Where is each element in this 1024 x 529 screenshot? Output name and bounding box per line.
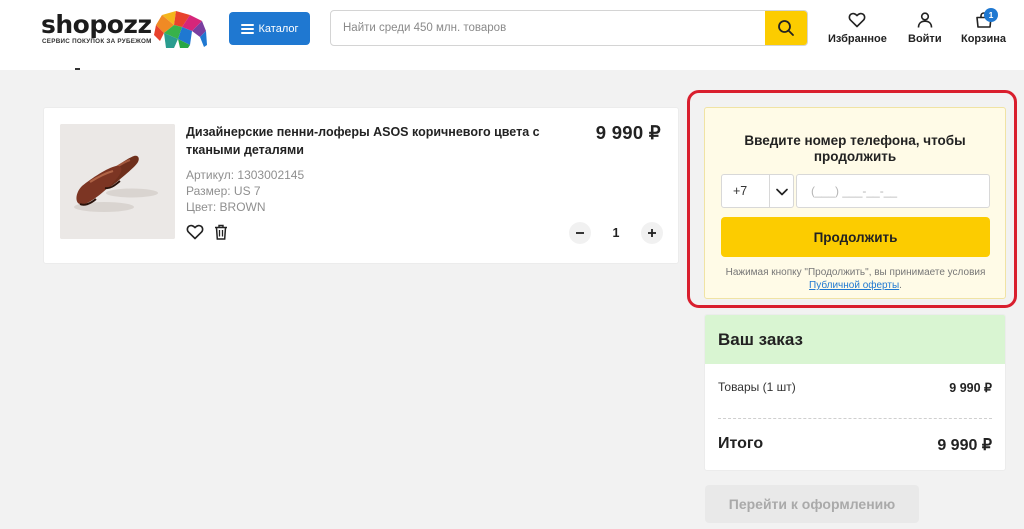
- catalog-button[interactable]: Каталог: [229, 12, 310, 45]
- grand-total-value: 9 990 ₽: [937, 437, 992, 454]
- chevron-down-icon: [776, 188, 788, 196]
- logo-text: shopozz: [41, 10, 152, 39]
- product-image[interactable]: [60, 124, 175, 239]
- logo-subtitle: СЕРВИС ПОКУПОК ЗА РУБЕЖОМ: [42, 38, 152, 45]
- search-bar: [330, 10, 808, 46]
- favorites-link[interactable]: Избранное: [828, 12, 887, 45]
- cart-item-card: Дизайнерские пенни-лоферы ASOS коричнево…: [43, 107, 679, 264]
- product-color: Цвет: BROWN: [186, 200, 266, 214]
- phone-number-input[interactable]: [796, 174, 990, 208]
- minus-icon: [576, 232, 584, 234]
- select-divider: [769, 175, 770, 207]
- catalog-label: Каталог: [258, 22, 299, 35]
- continue-button[interactable]: Продолжить: [721, 217, 990, 257]
- grand-total-label: Итого: [718, 435, 764, 452]
- plus-icon: [647, 229, 656, 237]
- quantity-value: 1: [612, 226, 620, 240]
- phone-form: Введите номер телефона, чтобы продолжить…: [704, 107, 1006, 299]
- shopozz-logo[interactable]: shopozz СЕРВИС ПОКУПОК ЗА РУБЕЖОМ: [41, 10, 211, 50]
- heart-icon: [848, 12, 866, 28]
- user-icon: [917, 12, 933, 28]
- decrease-quantity-button[interactable]: [569, 222, 591, 244]
- favorites-label: Избранное: [828, 33, 887, 45]
- search-icon: [778, 20, 794, 36]
- increase-quantity-button[interactable]: [640, 222, 663, 244]
- items-count-label: Товары (1 шт): [718, 380, 796, 394]
- favorite-heart-icon[interactable]: [186, 224, 204, 240]
- phone-form-title: Введите номер телефона, чтобы продолжить: [744, 133, 966, 164]
- search-button[interactable]: [765, 11, 807, 45]
- public-offer-link[interactable]: Публичной оферты: [809, 280, 899, 291]
- product-price: 9 990 ₽: [595, 122, 661, 143]
- order-summary-header: Ваш заказ: [705, 315, 1005, 364]
- elephant-logo-icon: [154, 11, 207, 48]
- card-actions: [186, 224, 228, 240]
- loafers-image: [60, 124, 175, 239]
- login-label: Войти: [908, 33, 942, 45]
- search-input[interactable]: [331, 11, 765, 45]
- terms-end: .: [899, 280, 902, 291]
- login-link[interactable]: Войти: [908, 12, 942, 45]
- site-header: shopozz СЕРВИС ПОКУПОК ЗА РУБЕЖОМ Катало…: [0, 0, 1024, 70]
- checkout-button[interactable]: Перейти к оформлению: [705, 485, 919, 523]
- order-divider: [718, 418, 992, 419]
- order-summary-title: Ваш заказ: [718, 330, 803, 349]
- cart-count-badge: 1: [984, 8, 998, 22]
- product-article: Артикул: 1303002145: [186, 168, 305, 182]
- menu-icon: [240, 23, 254, 34]
- items-total-value: 9 990 ₽: [949, 381, 992, 395]
- product-title[interactable]: Дизайнерские пенни-лоферы ASOS коричнево…: [186, 123, 566, 159]
- country-code-select[interactable]: +7: [721, 174, 794, 208]
- terms-text: Нажимая кнопку "Продолжить", вы принимае…: [721, 266, 990, 292]
- cart-link[interactable]: Корзина 1: [961, 8, 1006, 45]
- country-code-value: +7: [733, 184, 748, 198]
- order-summary: Ваш заказ Товары (1 шт) 9 990 ₽ Итого 9 …: [704, 314, 1006, 471]
- cart-label: Корзина: [961, 33, 1006, 45]
- product-size: Размер: US 7: [186, 184, 261, 198]
- title-fragment: [75, 68, 80, 70]
- trash-icon[interactable]: [214, 224, 228, 240]
- terms-prefix: Нажимая кнопку "Продолжить", вы принимае…: [725, 267, 986, 278]
- quantity-stepper: 1: [569, 221, 663, 245]
